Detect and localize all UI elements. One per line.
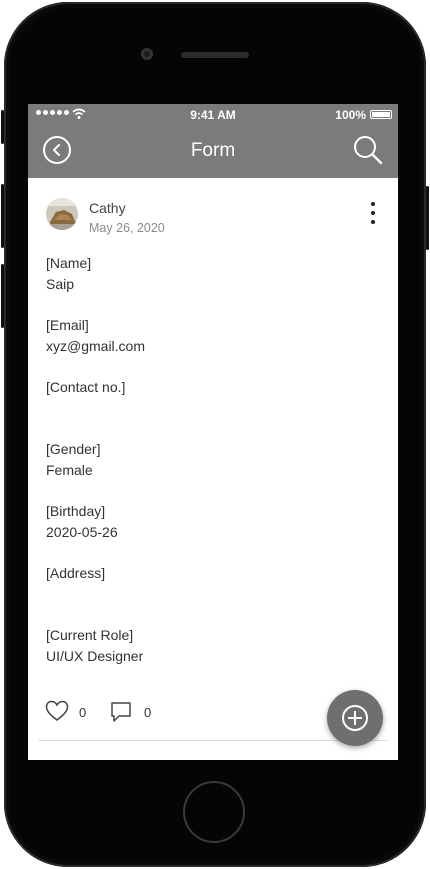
nav-bar: Form [28,126,398,178]
field-value: Female [46,462,93,478]
field-label: [Contact no.] [46,379,126,395]
field-birthday: [Birthday] 2020-05-26 [46,502,376,564]
field-label: [Current Role] [46,627,134,643]
field-label: [Name] [46,255,92,271]
search-icon [354,136,383,165]
screen: 9:41 AM 100% Form Cathy May 26, 2020 [Na… [28,104,398,760]
comment-count: 0 [144,705,152,720]
volume-up-button [1,184,4,248]
field-label: [Gender] [46,441,101,457]
volume-down-button [1,264,4,328]
more-options-button[interactable] [366,202,380,224]
field-address: [Address] [46,564,376,626]
field-value: Saip [46,276,75,292]
post-header: Cathy May 26, 2020 [28,178,398,248]
avatar-image [46,198,78,230]
post-date: May 26, 2020 [89,221,165,235]
field-name: [Name] Saip [46,254,376,316]
field-label: [Email] [46,317,89,333]
field-contact: [Contact no.] [46,378,376,440]
author-name[interactable]: Cathy [89,200,126,216]
battery-percent: 100% [335,108,366,122]
field-current-role: [Current Role] UI/UX Designer [46,626,376,688]
like-button[interactable] [45,700,69,727]
more-vertical-icon [371,202,375,206]
battery-icon [370,110,392,119]
add-button[interactable] [327,690,383,746]
comment-icon [111,702,131,722]
field-value: UI/UX Designer [46,648,144,664]
field-value: 2020-05-26 [46,524,118,540]
field-gender: [Gender] Female [46,440,376,502]
heart-icon [45,700,69,721]
field-label: [Birthday] [46,503,106,519]
page-title: Form [190,140,236,161]
earpiece-speaker [181,52,249,58]
plus-circle-icon [342,705,368,731]
field-value: xyz@gmail.com [46,338,146,354]
front-camera [141,48,153,60]
divider [38,740,388,741]
search-button[interactable] [352,134,384,166]
power-button [426,186,429,250]
comment-button[interactable] [109,700,133,729]
field-label: [Address] [46,565,106,581]
status-bar: 9:41 AM 100% [28,104,398,126]
field-email: [Email] xyz@gmail.com [46,316,376,378]
form-fields: [Name] Saip [Email] xyz@gmail.com [Conta… [46,254,376,688]
avatar[interactable] [46,198,78,230]
home-button[interactable] [183,781,245,843]
like-count: 0 [79,705,87,720]
mute-switch [1,110,4,144]
